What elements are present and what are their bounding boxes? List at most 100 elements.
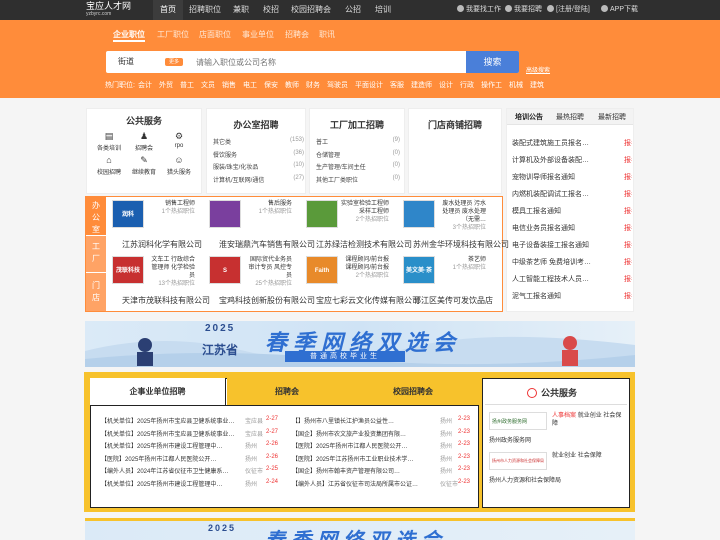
nav-public[interactable]: 公招 [340,0,366,20]
company-name[interactable]: 宝应七彩云文化传媒有限公司 [316,295,420,306]
service-item-2[interactable]: ⚙ rpo [164,131,194,149]
factory-row[interactable]: 其他工厂类职位 (0) [316,175,400,184]
tab-enterprise-recruit[interactable]: 企事业单位招聘 [90,378,226,406]
recruit-list-item[interactable]: 【机关单位】2025年扬州市建设工程管理中… 扬州 2-24 [101,479,278,490]
notice-row[interactable]: 模具工报名通知 报名 [512,206,632,216]
nav-jobs[interactable]: 招聘职位 [187,0,223,20]
hot-job-link[interactable]: 保安 [264,82,278,89]
notice-row[interactable]: 宠物训导师报名通知 报名 [512,172,632,182]
company-logo[interactable]: 茂联科技 [112,256,144,284]
service-logo-gov[interactable]: 扬州政务服务网 [489,412,547,430]
tab-enterprise-jobs[interactable]: 企业职位 [113,28,145,42]
company-name[interactable]: 江苏润科化学有限公司 [122,239,202,250]
company-logo[interactable]: Faith [306,256,338,284]
recruit-list-item[interactable]: 【医院】2025年扬州市江都人民医院公开… 扬州 2-26 [101,454,278,465]
notice-row[interactable]: 装配式建筑施工员报名… 报名 [512,138,632,148]
company-name[interactable]: 邗江区美传可发饮品店 [413,295,493,306]
service-item-3[interactable]: ⌂ 校园招聘 [94,155,124,176]
nav-training[interactable]: 培训 [370,0,396,20]
company-jobs[interactable]: 售后服务 1个热招职位 [244,200,292,216]
site-logo[interactable]: 宝应人才网 yzbyrc.com [86,2,131,18]
company-name[interactable]: 天津市茂联科技有限公司 [122,295,210,306]
company-logo[interactable] [306,200,338,228]
tab-store-jobs[interactable]: 店面职位 [199,28,231,42]
store-jobs-title[interactable]: 门店商铺招聘 [408,118,502,131]
company-jobs[interactable]: 课程顾问/前台报 课程顾问/前台报 2个热招职位 [341,256,389,280]
service-item-1[interactable]: ♟ 招聘会 [129,131,159,152]
login-link[interactable]: [注册/登陆] [547,0,590,20]
nav-home[interactable]: 首页 [153,0,183,20]
factory-row[interactable]: 仓储管理 (0) [316,150,400,159]
service-caption-gov[interactable]: 扬州政务服务网 [489,435,531,444]
nav-parttime[interactable]: 兼职 [228,0,254,20]
company-jobs[interactable]: 废水处理员 污水处理员 废水处理（无需… 3个热招职位 [438,200,486,232]
company-name[interactable]: 宝鸡科技创新股份有限公司 [219,295,315,306]
side-label-store[interactable]: 门店 [86,273,106,311]
hot-job-link[interactable]: 设计 [439,82,453,89]
hot-job-link[interactable]: 操作工 [481,82,502,89]
hot-job-link[interactable]: 财务 [306,82,320,89]
office-row[interactable]: 其它类 (153) [213,137,304,146]
hot-job-link[interactable]: 外贸 [159,82,173,89]
tab-campus-fairs[interactable]: 校园招聘会 [347,378,479,406]
hot-job-link[interactable]: 教师 [285,82,299,89]
company-logo[interactable]: 美文美·茶 [403,256,435,284]
hot-job-link[interactable]: 客服 [390,82,404,89]
office-jobs-title[interactable]: 办公室招聘 [206,118,306,131]
hot-job-link[interactable]: 普工 [180,82,194,89]
notice-row[interactable]: 内燃机装配调试工报名… 报名 [512,189,632,199]
company-name[interactable]: 江苏绿洁检测技术有限公司 [316,239,412,250]
recruit-list-item[interactable]: 【编外人员】江苏省仪征市司法局所属市公证… 仪征市 2-23 [292,479,470,490]
hot-job-link[interactable]: 电工 [243,82,257,89]
hot-job-link[interactable]: 机械 [509,82,523,89]
company-name[interactable]: 淮安瑞鼎汽车销售有限公司 [219,239,315,250]
search-input[interactable] [196,53,456,71]
notice-row[interactable]: 人工智能工程技术人员… 报名 [512,274,632,284]
recruit-list-item[interactable]: 【机关单位】2025年扬州市宝应县卫健系统事业… 宝应县 2-27 [101,429,278,440]
tab-hot-recruit[interactable]: 最热招聘 [551,112,589,122]
tab-job-fairs[interactable]: 招聘会 [227,378,347,406]
advanced-search-link[interactable]: 高级搜索 [526,65,550,74]
nav-campus[interactable]: 校招 [258,0,284,20]
nav-campus-fair[interactable]: 校园招聘会 [288,0,334,20]
side-label-office[interactable]: 办公室 [86,197,106,235]
office-row[interactable]: 服装/珠宝/化妆品 (10) [213,162,304,171]
hot-job-link[interactable]: 文员 [201,82,215,89]
hot-job-link[interactable]: 建筑 [530,82,544,89]
search-button[interactable]: 搜索 [466,51,519,73]
tab-factory-jobs[interactable]: 工厂职位 [157,28,189,42]
hot-job-link[interactable]: 驾驶员 [327,82,348,89]
recruit-list-item[interactable]: 【编外人员】2024年江苏省仪征市卫生健康系… 仪征市 2-25 [101,466,278,477]
side-label-factory[interactable]: 工厂 [86,236,106,272]
company-logo[interactable] [403,200,435,228]
service-caption-hr[interactable]: 扬州人力资源和社会保障局 [489,475,561,484]
recruit-list-item[interactable]: 【国企】扬州市翰丰资产管理有限公司… 扬州 2-23 [292,466,470,477]
tab-training-notice[interactable]: 培训公告 [510,112,548,122]
recruit-list-item[interactable]: 【医院】2025年江苏扬州市工业职业技术学… 扬州 2-23 [292,454,470,465]
company-logo[interactable]: S [209,256,241,284]
office-row[interactable]: 计算机/互联网/通信 (27) [213,175,304,184]
recruit-list-item[interactable]: 【】扬州市八里镇长江护渔员公益性… 扬州 2-23 [292,416,470,427]
hot-job-link[interactable]: 销售 [222,82,236,89]
recruit-link[interactable]: 我要招聘 [505,0,542,20]
service-item-4[interactable]: ✎ 继续教育 [129,155,159,176]
tab-news[interactable]: 职讯 [319,28,335,42]
service-item-0[interactable]: ▤ 各类培训 [94,131,124,152]
city-more-tag[interactable]: 更多 [165,58,183,66]
hot-job-link[interactable]: 平面设计 [355,82,383,89]
recruit-list-item[interactable]: 【机关单位】2025年扬州市建设工程管理中… 扬州 2-26 [101,441,278,452]
spring-fair-banner[interactable]: 2025 江苏省 春季网络双选会 普通高校毕业生 [85,321,635,367]
find-job-link[interactable]: 我要找工作 [457,0,501,20]
company-jobs[interactable]: 茶艺师 1个热招职位 [438,256,486,272]
recruit-list-item[interactable]: 【医院】2025年扬州市江都人民医院公开… 扬州 2-23 [292,441,470,452]
hot-job-link[interactable]: 会计 [138,82,152,89]
notice-row[interactable]: 中级茶艺师 免费培训考… 报名 [512,257,632,267]
app-download-link[interactable]: APP下载 [601,0,638,20]
company-jobs[interactable]: 实验室检验工程师 采样工程师 2个热招职位 [341,200,389,224]
notice-row[interactable]: 电子设备装接工报名通知 报名 [512,240,632,250]
service-item-5[interactable]: ☺ 猎头服务 [164,155,194,176]
company-logo[interactable]: 润科 [112,200,144,228]
spring-fair-banner-2[interactable]: 2025 春季网络双选会 [85,518,635,540]
service-logo-hr[interactable]: 扬州市人力资源和社会保障局 [489,452,547,470]
factory-jobs-title[interactable]: 工厂加工招聘 [309,118,405,131]
